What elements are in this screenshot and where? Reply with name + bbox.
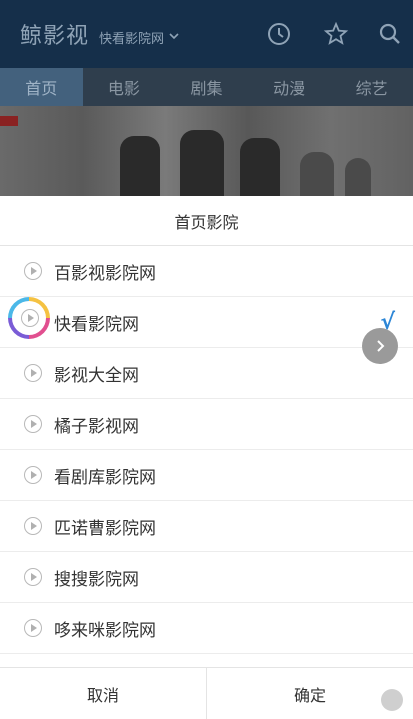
option-label: 百影视影院网 xyxy=(54,263,156,284)
play-circle-icon xyxy=(24,415,42,433)
watermark-logo-icon xyxy=(381,689,403,711)
app-title: 鲸影视 xyxy=(20,24,90,49)
cancel-button[interactable]: 取消 xyxy=(0,668,206,719)
clock-icon[interactable] xyxy=(265,20,293,48)
banner-tag xyxy=(0,116,18,126)
chevron-down-icon xyxy=(168,30,180,45)
option-item[interactable]: 百影视影院网 xyxy=(0,246,413,297)
source-label: 快看影院网 xyxy=(99,31,165,47)
touch-indicator-icon xyxy=(8,297,50,339)
play-circle-icon xyxy=(24,517,42,535)
option-label: 快看影院网 xyxy=(54,314,139,335)
watermark xyxy=(381,689,407,711)
option-label: 橘子影视网 xyxy=(54,416,139,437)
dialog-footer: 取消 确定 xyxy=(0,667,413,719)
option-item[interactable]: 哆来咪影院网 xyxy=(0,603,413,654)
play-circle-icon xyxy=(24,466,42,484)
option-label: 哆来咪影院网 xyxy=(54,620,156,641)
play-circle-icon xyxy=(24,364,42,382)
tab-home[interactable]: 首页 xyxy=(0,68,83,106)
option-item[interactable]: 搜搜影院网 xyxy=(0,552,413,603)
cinema-picker-dialog: 首页影院 百影视影院网 快看影院网 √ 影视大全网 橘子影视网 看剧库影院网 匹… xyxy=(0,196,413,719)
option-item[interactable]: 看剧库影院网 xyxy=(0,450,413,501)
option-label: 匹诺曹影院网 xyxy=(54,518,156,539)
option-label: 看剧库影院网 xyxy=(54,467,156,488)
option-label: 影视大全网 xyxy=(54,365,139,386)
source-selector[interactable]: 快看影院网 xyxy=(99,28,180,47)
search-icon[interactable] xyxy=(376,20,404,48)
option-label: 搜搜影院网 xyxy=(54,569,139,590)
play-circle-icon xyxy=(24,568,42,586)
app-bar: 鲸影视 快看影院网 xyxy=(0,0,413,68)
option-item[interactable]: 影视大全网 xyxy=(0,348,413,399)
dialog-title: 首页影院 xyxy=(0,196,413,246)
star-icon[interactable] xyxy=(322,20,350,48)
category-tabs: 首页 电影 剧集 动漫 综艺 xyxy=(0,68,413,106)
option-item-selected[interactable]: 快看影院网 √ xyxy=(0,297,413,348)
tab-anime[interactable]: 动漫 xyxy=(248,68,331,106)
option-item[interactable]: 匹诺曹影院网 xyxy=(0,501,413,552)
chevron-right-icon[interactable] xyxy=(362,328,398,364)
tab-series[interactable]: 剧集 xyxy=(165,68,248,106)
tab-movies[interactable]: 电影 xyxy=(83,68,166,106)
banner-image xyxy=(0,106,413,196)
option-item[interactable]: 橘子影视网 xyxy=(0,399,413,450)
tab-variety[interactable]: 综艺 xyxy=(330,68,413,106)
play-circle-icon xyxy=(24,262,42,280)
play-circle-icon xyxy=(21,309,39,327)
play-circle-icon xyxy=(24,619,42,637)
